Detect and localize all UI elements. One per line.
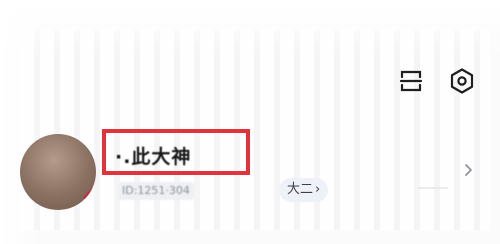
settings-button[interactable] [447, 66, 477, 96]
background-fade [0, 0, 500, 60]
settings-icon [450, 68, 474, 94]
chevron-right-icon: › [315, 182, 321, 197]
user-id: ID:1251·304 [118, 182, 194, 200]
chevron-right-icon[interactable] [460, 160, 476, 180]
highlight-box [102, 129, 250, 175]
background-fade [0, 0, 40, 244]
grade-tag[interactable]: 大二 › [279, 178, 329, 202]
avatar[interactable] [20, 134, 96, 210]
scan-button[interactable] [396, 66, 426, 96]
grade-label: 大二 [287, 182, 314, 197]
scan-icon [399, 70, 423, 92]
divider [418, 187, 448, 189]
